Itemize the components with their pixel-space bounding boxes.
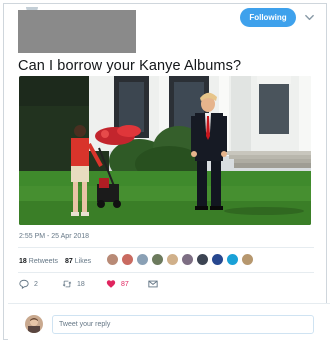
- liker-avatar[interactable]: [121, 253, 134, 266]
- liker-avatar[interactable]: [226, 253, 239, 266]
- tweet-actions: 2 18 87: [19, 278, 163, 290]
- liker-avatar[interactable]: [151, 253, 164, 266]
- reply-action[interactable]: 2: [19, 279, 62, 289]
- direct-message-action[interactable]: [148, 279, 163, 289]
- retweets-label: Retweets: [28, 257, 58, 265]
- user-avatar: [25, 315, 43, 333]
- likes-label: Likes: [74, 257, 92, 265]
- engagement-stats: 18 Retweets 87 Likes: [19, 255, 91, 267]
- reply-count: 2: [34, 280, 38, 288]
- retweet-action[interactable]: 18: [62, 279, 106, 289]
- retweet-icon: [62, 280, 72, 288]
- liker-avatar[interactable]: [241, 253, 254, 266]
- envelope-icon: [148, 280, 158, 288]
- likers-avatars: [106, 253, 256, 267]
- redacted-author-info: [18, 10, 136, 53]
- tweet-timestamp[interactable]: 2:55 PM - 25 Apr 2018: [19, 233, 89, 240]
- following-button[interactable]: Following: [240, 8, 296, 27]
- liker-avatar[interactable]: [166, 253, 179, 266]
- divider: [18, 247, 314, 248]
- divider: [18, 272, 314, 273]
- reply-icon: [19, 279, 29, 289]
- chevron-down-icon[interactable]: [304, 12, 315, 23]
- retweet-count: 18: [77, 280, 85, 288]
- liker-avatar[interactable]: [136, 253, 149, 266]
- like-action[interactable]: 87: [106, 279, 148, 289]
- like-count: 87: [121, 280, 129, 288]
- liker-avatar[interactable]: [181, 253, 194, 266]
- liker-avatar[interactable]: [211, 253, 224, 266]
- tweet-photo[interactable]: [19, 76, 311, 225]
- heart-icon: [106, 280, 116, 288]
- liker-avatar[interactable]: [196, 253, 209, 266]
- retweets-count: 18: [19, 257, 27, 265]
- reply-input[interactable]: Tweet your reply: [52, 315, 314, 334]
- likes-count: 87: [64, 257, 73, 265]
- tweet-card: Following Can I borrow your Kanye Albums…: [3, 3, 330, 343]
- liker-avatar[interactable]: [106, 253, 119, 266]
- likes-stat[interactable]: 87 Likes: [65, 258, 91, 265]
- retweets-stat[interactable]: 18 Retweets: [19, 258, 58, 265]
- reply-composer: Tweet your reply: [8, 303, 330, 343]
- tweet-text: Can I borrow your Kanye Albums?: [18, 58, 242, 74]
